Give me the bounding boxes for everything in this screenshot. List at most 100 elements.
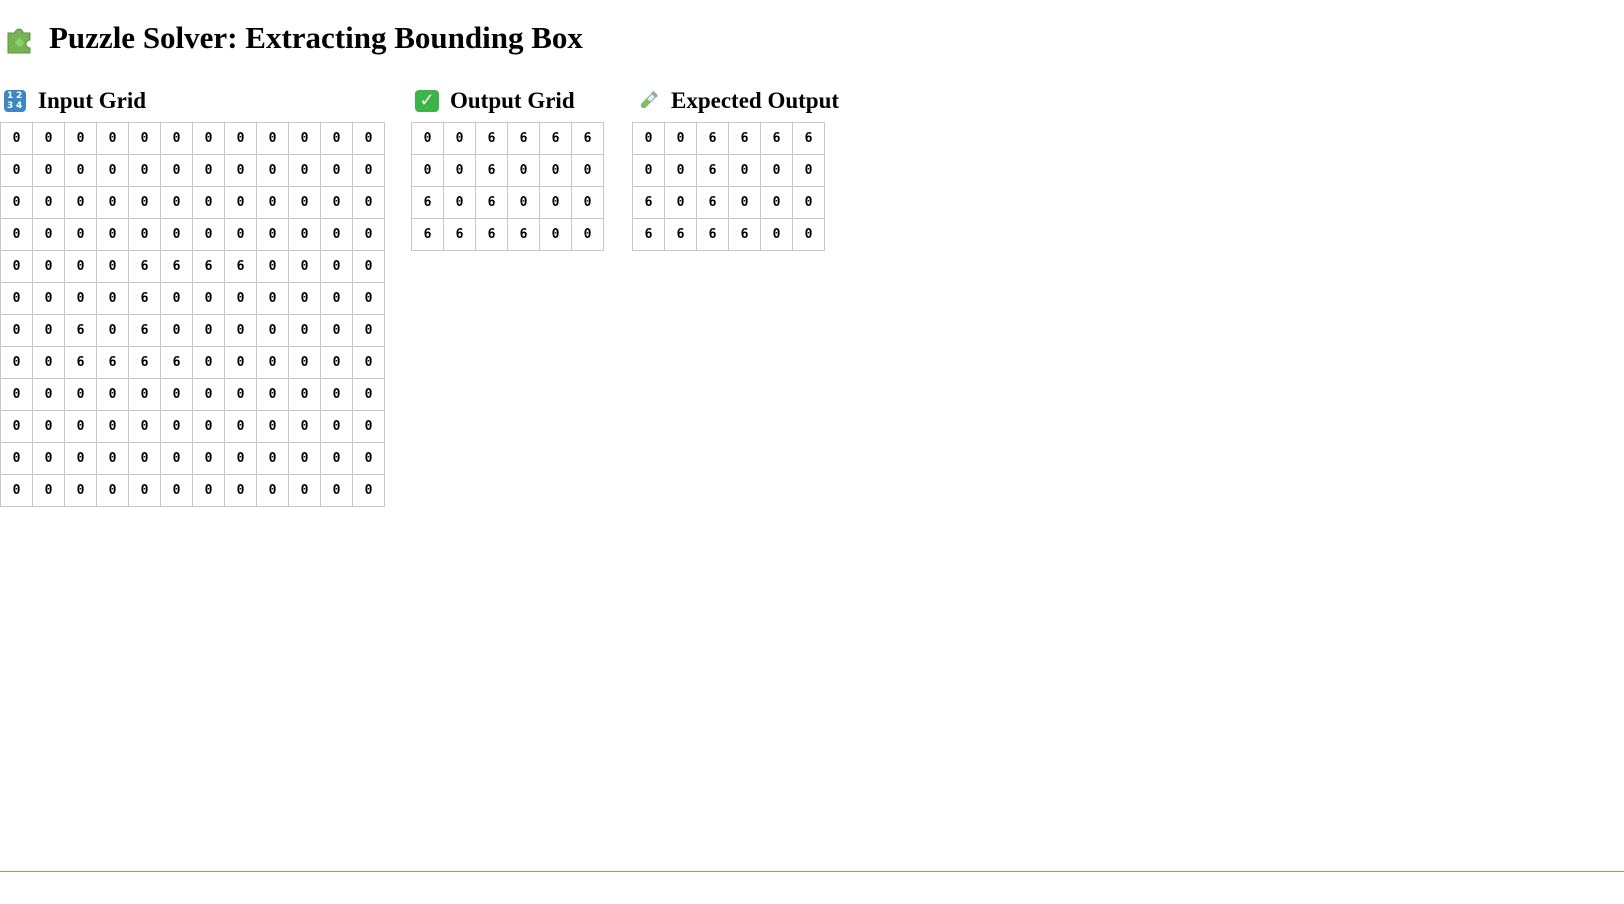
grid-cell: 0 [256,218,289,251]
grid-cell: 0 [539,154,572,187]
grid-cell: 0 [256,442,289,475]
grid-cell: 0 [320,346,353,379]
expected-output-grid: 006666006000606000666600 [632,122,825,251]
grid-cell: 0 [192,474,225,507]
grid-cell: 0 [96,186,129,219]
grid-cell: 6 [128,250,161,283]
grid-cell: 0 [96,410,129,443]
grid-cell: 6 [128,282,161,315]
grid-cell: 0 [760,154,793,187]
grid-cell: 0 [224,474,257,507]
grid-cell: 0 [411,154,444,187]
grid-cell: 0 [288,186,321,219]
test-tube-icon [636,89,660,113]
grid-cell: 6 [696,218,729,251]
grid-cell: 0 [571,154,604,187]
grid-cell: 0 [96,442,129,475]
grid-cell: 6 [696,154,729,187]
grid-cell: 0 [288,282,321,315]
grid-cell: 0 [632,154,665,187]
output-grid: 006666006000606000666600 [411,122,604,251]
grid-cell: 0 [352,250,385,283]
grid-cell: 0 [352,122,385,155]
grid-cell: 0 [160,218,193,251]
grid-cell: 0 [352,154,385,187]
expected-output-section: Expected Output 006666006000606000666600 [632,84,839,251]
grid-cell: 0 [288,474,321,507]
grid-cell: 6 [507,122,540,155]
grid-cell: 0 [96,154,129,187]
grid-cell: 6 [728,218,761,251]
bottom-divider [0,871,1624,872]
grid-cell: 0 [256,378,289,411]
grid-cell: 0 [96,314,129,347]
grid-cell: 0 [0,410,33,443]
grid-cell: 0 [160,410,193,443]
grid-cell: 0 [352,346,385,379]
grid-row: 000000000000 [0,154,385,187]
grid-cell: 6 [224,250,257,283]
input-grid-section: 1 2 3 4 Input Grid 000000000000000000000… [0,84,385,507]
grid-row: 606000 [632,186,825,219]
grid-cell: 6 [632,218,665,251]
puzzle-piece-icon [4,21,38,55]
grid-cell: 0 [32,282,65,315]
grid-cell: 0 [352,378,385,411]
grid-cell: 0 [128,218,161,251]
grid-cell: 0 [160,186,193,219]
grid-cell: 0 [352,218,385,251]
page-title-text: Puzzle Solver: Extracting Bounding Box [49,20,583,55]
grid-cell: 6 [411,186,444,219]
grid-cell: 0 [352,314,385,347]
grid-cell: 0 [792,218,825,251]
grid-row: 000000000000 [0,410,385,443]
grid-cell: 0 [192,154,225,187]
grid-cell: 0 [96,250,129,283]
grid-cell: 0 [288,218,321,251]
grid-cell: 0 [664,122,697,155]
grid-cell: 0 [320,314,353,347]
output-grid-heading: ✓ Output Grid [415,84,604,118]
grid-cell: 0 [64,154,97,187]
grid-cell: 0 [64,122,97,155]
grid-cell: 6 [728,122,761,155]
grid-cell: 0 [288,154,321,187]
grid-cell: 0 [192,282,225,315]
grid-cell: 0 [64,218,97,251]
grid-row: 606000 [411,186,604,219]
grid-cell: 0 [32,250,65,283]
grid-row: 006060000000 [0,314,385,347]
grid-cell: 0 [160,442,193,475]
expected-output-heading: Expected Output [636,84,839,118]
grid-cell: 0 [320,378,353,411]
grid-cell: 0 [256,154,289,187]
grid-cell: 0 [0,250,33,283]
grid-cell: 0 [352,474,385,507]
grid-cell: 0 [96,474,129,507]
grid-row: 006666000000 [0,346,385,379]
grid-row: 000000000000 [0,122,385,155]
grid-cell: 0 [256,122,289,155]
grid-cell: 0 [64,442,97,475]
grid-cell: 0 [664,154,697,187]
grid-cell: 6 [792,122,825,155]
grid-cell: 0 [352,410,385,443]
grid-cell: 0 [288,314,321,347]
grid-cell: 0 [160,122,193,155]
grid-cell: 0 [0,474,33,507]
check-mark-button-icon: ✓ [415,90,439,112]
grid-row: 000000000000 [0,442,385,475]
grid-cell: 0 [320,218,353,251]
grid-cell: 0 [224,314,257,347]
grid-cell: 0 [0,282,33,315]
grid-cell: 0 [192,314,225,347]
grid-cell: 0 [224,186,257,219]
grid-cell: 6 [411,218,444,251]
output-grid-section: ✓ Output Grid 006666006000606000666600 [411,84,604,251]
grid-cell: 0 [443,186,476,219]
grid-row: 000066660000 [0,250,385,283]
grid-cell: 6 [128,346,161,379]
grid-cell: 0 [664,186,697,219]
grid-cell: 0 [0,218,33,251]
grid-cell: 0 [288,442,321,475]
